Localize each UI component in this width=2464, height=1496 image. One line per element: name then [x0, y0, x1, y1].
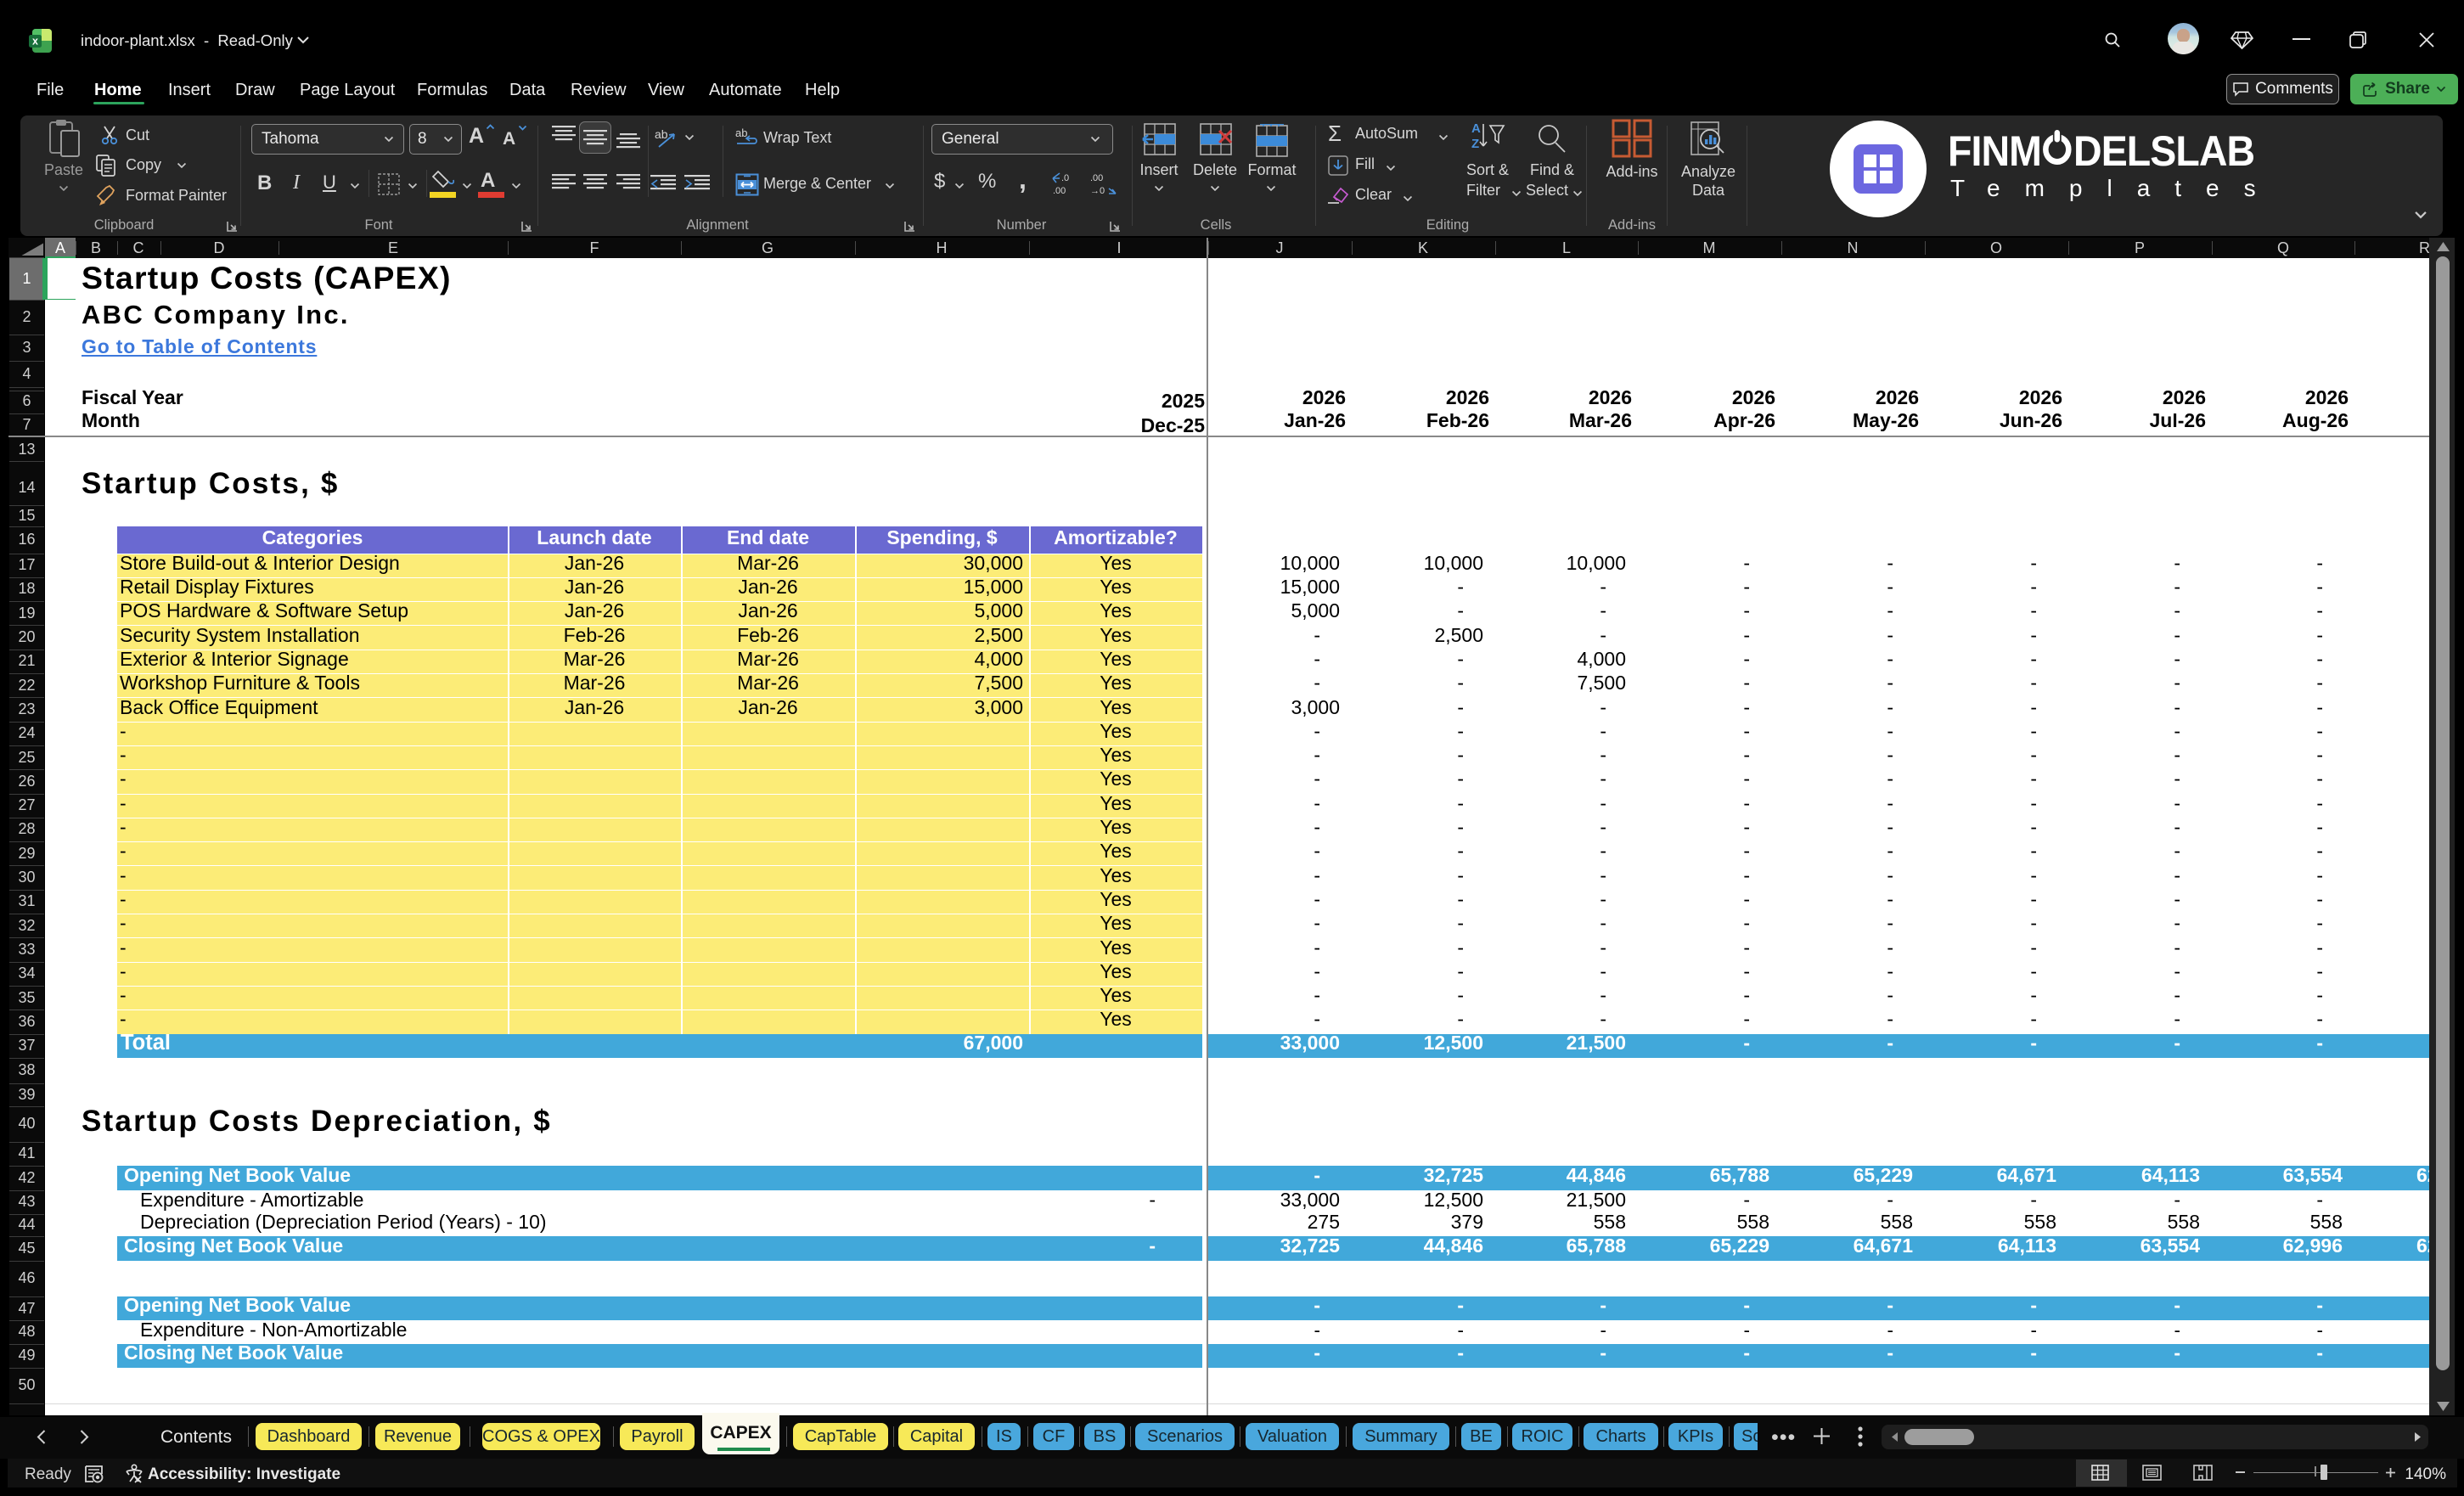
svg-text:Z: Z: [1471, 137, 1479, 151]
svg-text:ab: ab: [655, 127, 668, 141]
svg-text:x: x: [32, 36, 38, 48]
svg-text:.00: .00: [1090, 173, 1103, 183]
svg-text:.0: .0: [1061, 173, 1069, 183]
svg-text:→0: →0: [1090, 186, 1105, 195]
svg-text:A: A: [1471, 121, 1481, 136]
svg-text:ab: ab: [735, 127, 747, 139]
svg-text:.00: .00: [1053, 186, 1066, 195]
